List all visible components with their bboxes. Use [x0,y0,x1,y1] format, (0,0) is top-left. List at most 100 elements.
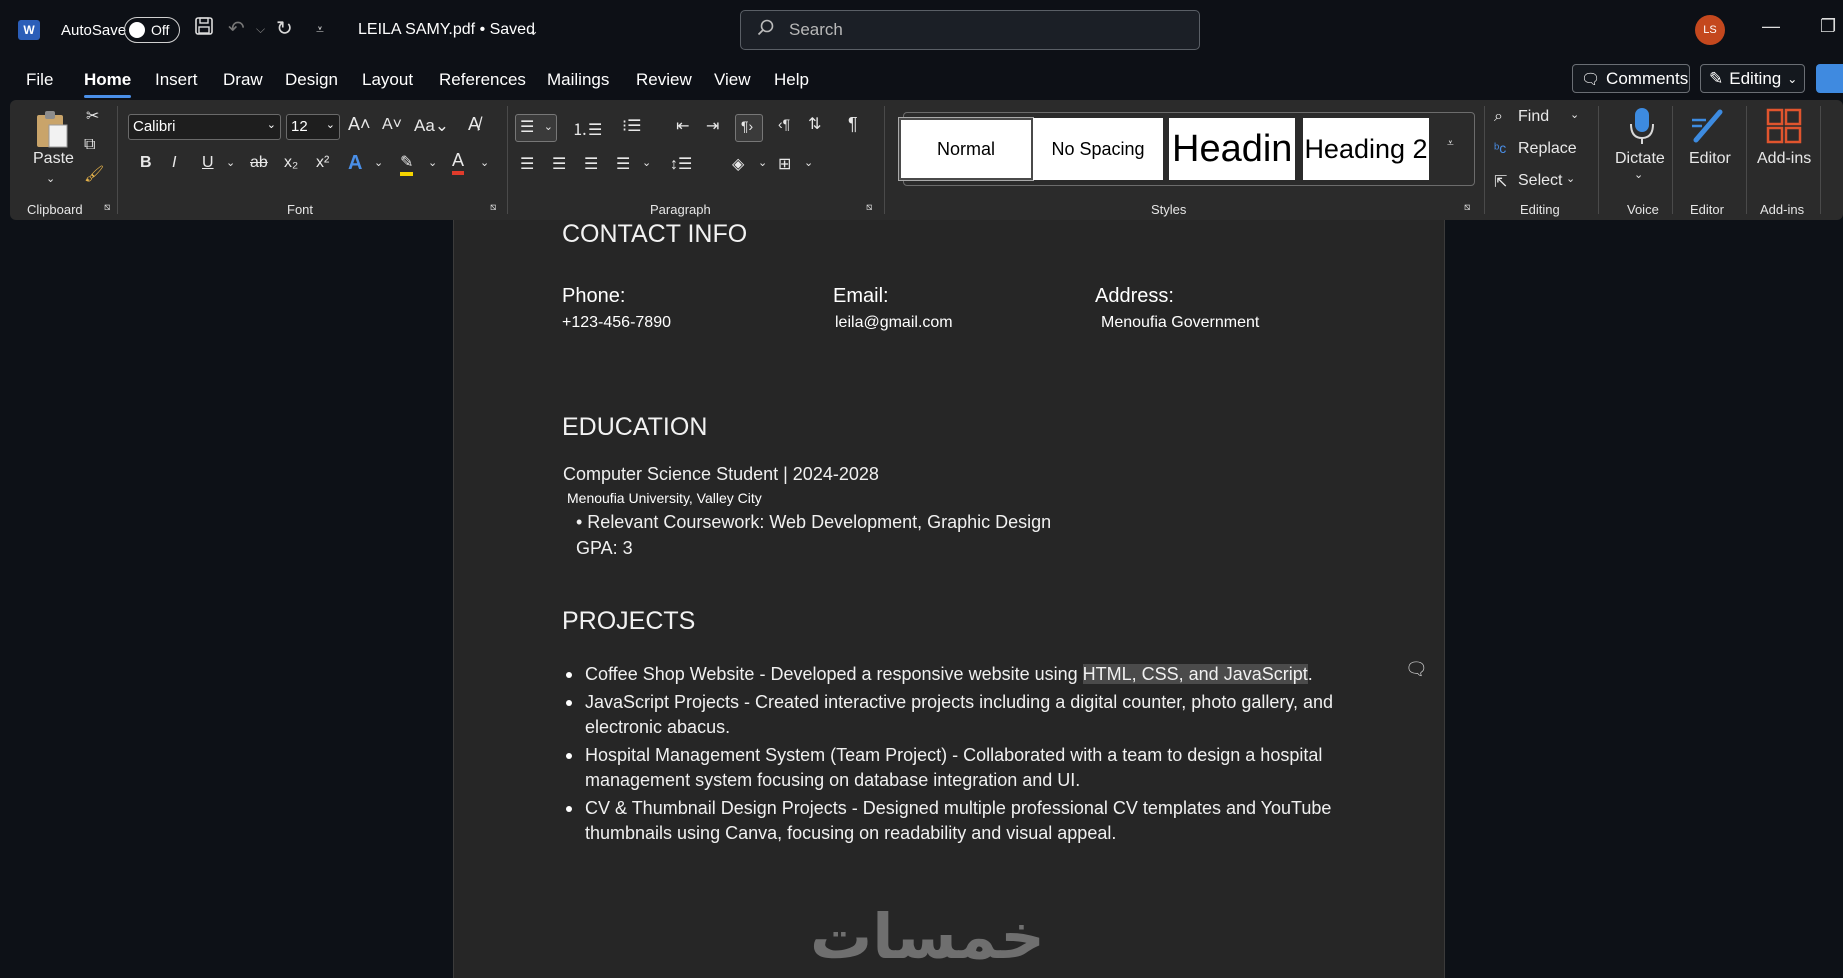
ltr-icon: ¶› [741,118,754,134]
line-spacing-icon[interactable]: ↕☰ [670,154,692,174]
document-page[interactable] [453,220,1445,978]
undo-dropdown-icon[interactable]: ⌵ [256,22,265,37]
chevron-down-icon[interactable]: ⌄ [758,156,767,169]
decrease-indent-icon[interactable]: ⇤ [676,116,689,136]
dialog-launcher-icon[interactable]: ⧅ [490,202,496,213]
tab-file[interactable]: File [26,70,53,90]
search-box[interactable] [740,10,1200,50]
tab-references[interactable]: References [439,70,526,90]
style-heading-2[interactable]: Heading 2 [1303,118,1429,180]
minimize-icon[interactable]: — [1762,16,1780,37]
dialog-launcher-icon[interactable]: ⧅ [866,202,872,213]
separator [1820,106,1821,214]
editing-mode-button[interactable]: ✎ Editing ⌄ [1700,64,1805,93]
chevron-down-icon[interactable]: ⌄ [226,156,235,169]
microphone-icon[interactable] [1624,106,1660,146]
restore-icon[interactable]: ❐ [1820,16,1836,37]
styles-more-icon[interactable]: ⩡ [1447,136,1454,151]
tab-draw[interactable]: Draw [223,70,263,90]
replace-icon: ᵇc [1494,140,1507,156]
autosave-toggle[interactable]: Off [124,17,180,43]
select-label[interactable]: Select [1518,172,1562,190]
replace-label[interactable]: Replace [1518,140,1577,158]
comments-button[interactable]: 🗨 Comments [1572,64,1690,93]
chevron-down-icon[interactable]: ⌄ [428,156,437,169]
ltr-button[interactable]: ¶› [735,114,763,142]
chevron-down-icon[interactable]: ⌄ [1566,172,1575,185]
shrink-font-icon[interactable]: A˅ [382,116,402,134]
format-painter-icon[interactable]: 🖌 [84,164,104,184]
chevron-down-icon[interactable]: ⌄ [1570,108,1579,121]
dictate-label[interactable]: Dictate [1615,150,1665,168]
paste-icon[interactable] [32,108,72,152]
separator [884,106,885,214]
search-input[interactable] [789,20,1169,40]
customize-toolbar-icon[interactable]: ⩡ [316,21,324,38]
tab-mailings[interactable]: Mailings [547,70,609,90]
save-icon[interactable] [194,16,214,42]
highlight-icon[interactable]: ✎ [400,152,414,176]
add-ins-icon[interactable] [1764,106,1804,146]
tab-help[interactable]: Help [774,70,809,90]
font-name-select[interactable]: Calibri ⌄ [128,114,281,140]
show-marks-icon[interactable]: ¶ [848,114,858,135]
tab-view[interactable]: View [714,70,751,90]
dialog-launcher-icon[interactable]: ⧅ [1464,202,1470,213]
style-no-spacing[interactable]: No Spacing [1033,118,1163,180]
tab-design[interactable]: Design [285,70,338,90]
editor-label[interactable]: Editor [1689,150,1731,168]
add-ins-label[interactable]: Add-ins [1757,150,1811,168]
avatar[interactable]: LS [1695,15,1725,45]
chevron-down-icon[interactable]: ⌄ [528,23,539,39]
align-right-icon[interactable]: ☰ [584,154,598,174]
style-normal[interactable]: Normal [898,117,1034,181]
font-color-icon[interactable]: A [452,150,465,175]
dialog-launcher-icon[interactable]: ⧅ [104,202,110,213]
style-heading-1[interactable]: Headin [1169,118,1295,180]
rtl-icon[interactable]: ‹¶ [778,116,790,132]
clear-formatting-icon[interactable]: A̸ [468,114,480,135]
text-effects-icon[interactable]: A [348,152,362,175]
increase-indent-icon[interactable]: ⇥ [706,116,719,136]
chevron-down-icon[interactable]: ⌄ [804,156,813,169]
style-heading-2-label: Heading 2 [1304,133,1428,164]
font-size-select[interactable]: 12 ⌄ [286,114,340,140]
numbering-icon[interactable]: ⒈☰ [572,116,602,140]
editor-icon[interactable] [1688,106,1728,146]
underline-icon[interactable]: U [202,154,214,172]
chevron-down-icon[interactable]: ⌄ [46,172,55,185]
paste-label[interactable]: Paste [33,150,74,168]
copy-icon[interactable]: ⧉ [84,136,95,154]
add-comment-icon[interactable]: 🗨 [1405,659,1428,680]
tab-insert[interactable]: Insert [155,70,198,90]
subscript-icon[interactable]: x₂ [284,154,298,172]
justify-icon[interactable]: ☰ [616,154,630,174]
sort-icon[interactable]: ⇅ [808,114,821,134]
shading-icon[interactable]: ◈ [732,154,744,174]
multilevel-list-icon[interactable]: ⁝☰ [622,116,641,136]
borders-icon[interactable]: ⊞ [778,154,791,174]
chevron-down-icon[interactable]: ⌄ [374,156,383,169]
cut-icon[interactable]: ✂ [86,106,99,126]
undo-icon[interactable]: ↶ [228,16,245,41]
chevron-down-icon[interactable]: ⌄ [480,156,489,169]
chevron-down-icon[interactable]: ⌄ [1634,168,1643,181]
document-title[interactable]: LEILA SAMY.pdf • Saved [358,21,535,39]
find-label[interactable]: Find [1518,108,1549,126]
email-label: Email: [833,285,889,307]
bold-icon[interactable]: B [140,154,152,172]
grow-font-icon[interactable]: A˄ [348,114,371,135]
bullets-button[interactable]: ☰ ⌄ [515,114,557,142]
align-center-icon[interactable]: ☰ [552,154,566,174]
tab-layout[interactable]: Layout [362,70,413,90]
change-case-icon[interactable]: Aa⌄ [414,116,449,136]
strikethrough-icon[interactable]: ab [250,154,268,172]
tab-home[interactable]: Home [84,70,132,98]
italic-icon[interactable]: I [172,154,176,172]
align-left-icon[interactable]: ☰ [520,154,534,174]
chevron-down-icon[interactable]: ⌄ [642,156,651,169]
superscript-icon[interactable]: x² [316,154,329,172]
tab-review[interactable]: Review [636,70,692,90]
redo-icon[interactable]: ↻ [276,16,293,41]
share-button[interactable] [1816,64,1843,93]
